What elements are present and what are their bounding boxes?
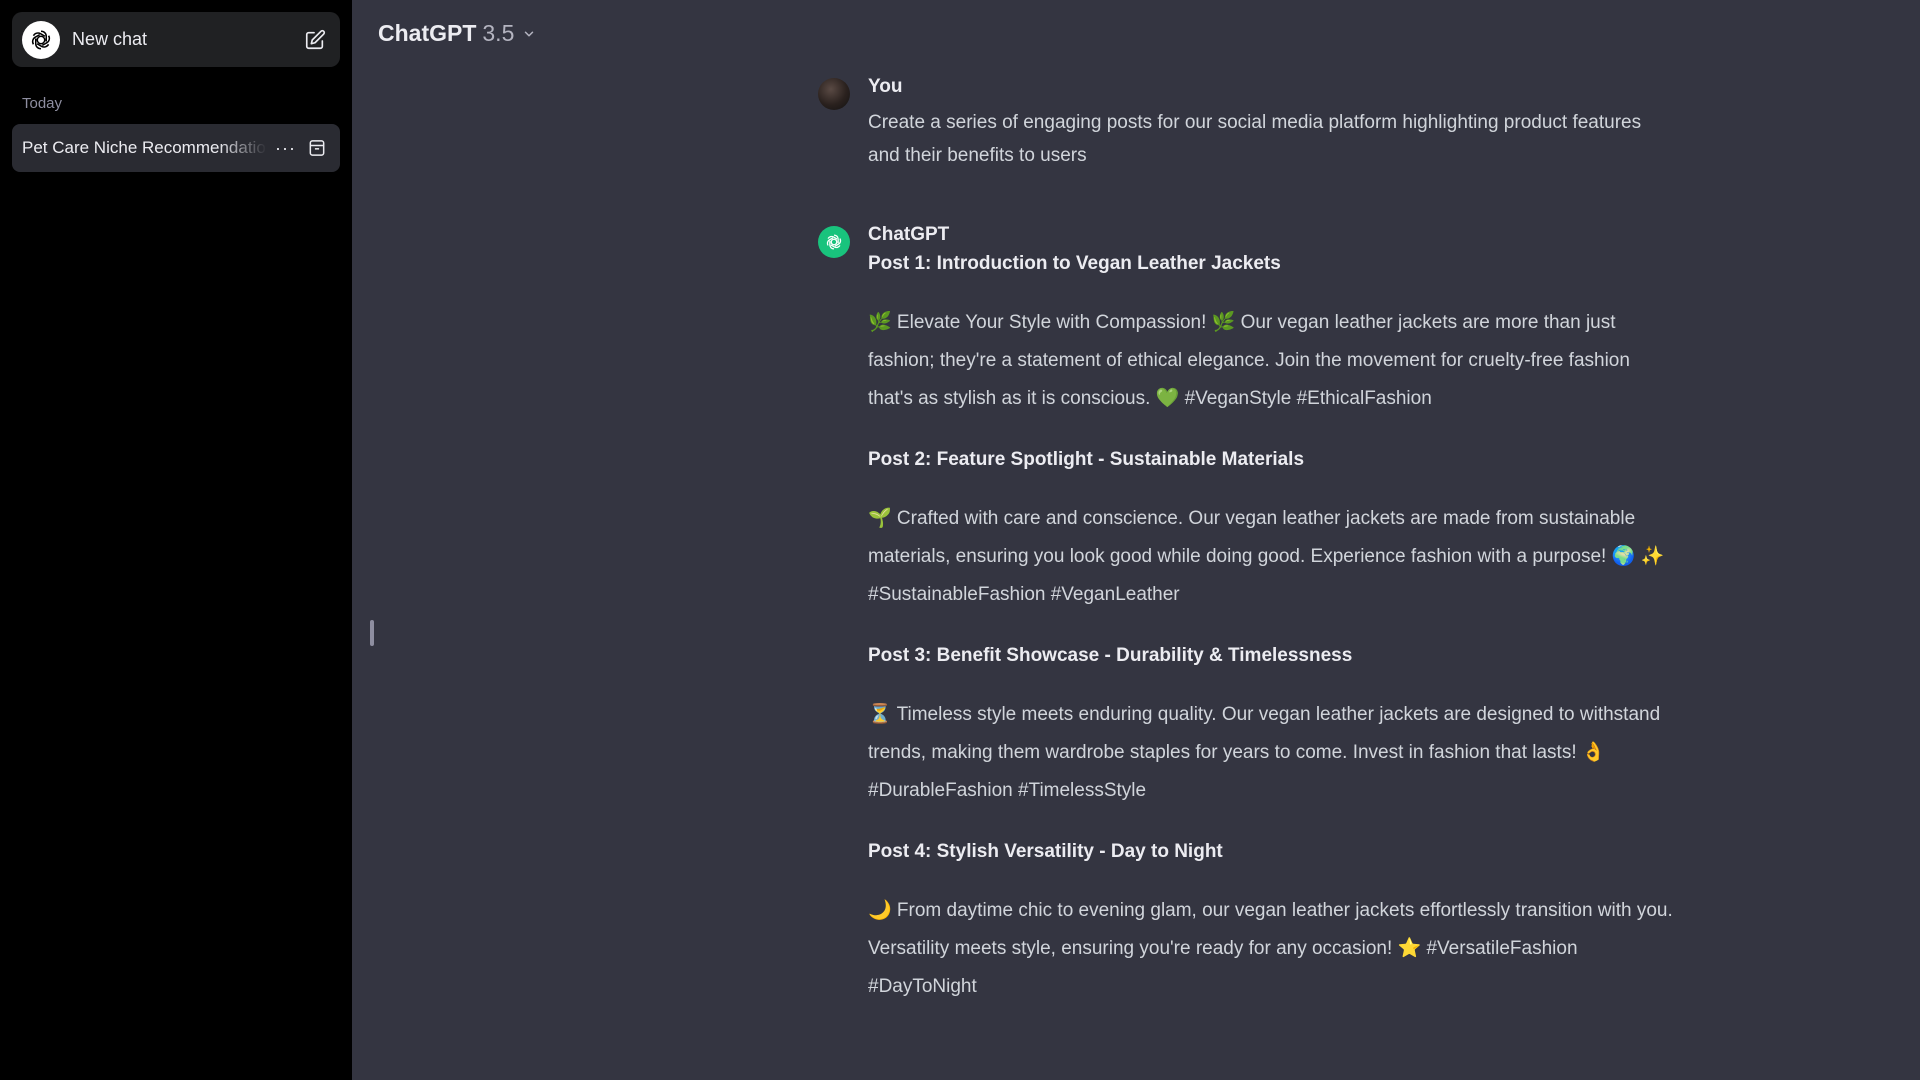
edit-icon[interactable] <box>302 27 328 53</box>
post-heading: Post 2: Feature Spotlight - Sustainable … <box>868 449 1305 470</box>
post-text: 🌿 Elevate Your Style with Compassion! 🌿 … <box>868 312 1630 409</box>
user-message: You Create a series of engaging posts fo… <box>818 76 1678 172</box>
user-avatar <box>818 78 850 110</box>
history-item[interactable]: Pet Care Niche Recommendations ··· <box>12 124 340 172</box>
post-text: ⏳ Timeless style meets enduring quality.… <box>868 704 1661 801</box>
model-selector[interactable]: ChatGPT 3.5 <box>378 20 536 47</box>
history-section-today: Today <box>22 95 63 112</box>
chevron-down-icon <box>522 27 536 41</box>
post-heading: Post 1: Introduction to Vegan Leather Ja… <box>868 253 1281 274</box>
assistant-message: ChatGPT Post 1: Introduction to Vegan Le… <box>818 224 1678 1034</box>
history-item-title: Pet Care Niche Recommendations <box>22 138 268 157</box>
post-heading: Post 3: Benefit Showcase - Durability & … <box>868 645 1353 666</box>
model-name: ChatGPT <box>378 20 477 46</box>
openai-logo-icon <box>22 20 60 59</box>
sidebar-toggle-handle[interactable] <box>370 620 374 646</box>
new-chat-label: New chat <box>72 29 148 49</box>
post-text: 🌱 Crafted with care and conscience. Our … <box>868 508 1665 605</box>
model-version: 3.5 <box>482 20 515 46</box>
post-text: 🌙 From daytime chic to evening glam, our… <box>868 900 1673 997</box>
app-window: New chat Today Pet Care Niche Recommenda… <box>0 0 1920 1080</box>
user-message-text: Create a series of engaging posts for ou… <box>868 112 1642 166</box>
chat-main: ChatGPT 3.5 You Create a series of engag… <box>352 0 1920 1080</box>
archive-icon[interactable] <box>306 137 328 159</box>
chatgpt-avatar <box>818 226 850 258</box>
new-chat-button[interactable]: New chat <box>12 12 340 67</box>
post-heading: Post 4: Stylish Versatility - Day to Nig… <box>868 841 1223 862</box>
user-author-label: You <box>868 76 903 97</box>
more-options-icon[interactable]: ··· <box>275 138 296 159</box>
assistant-author-label: ChatGPT <box>868 224 950 245</box>
sidebar: New chat Today Pet Care Niche Recommenda… <box>0 0 352 1080</box>
conversation: You Create a series of engaging posts fo… <box>818 76 1678 1034</box>
